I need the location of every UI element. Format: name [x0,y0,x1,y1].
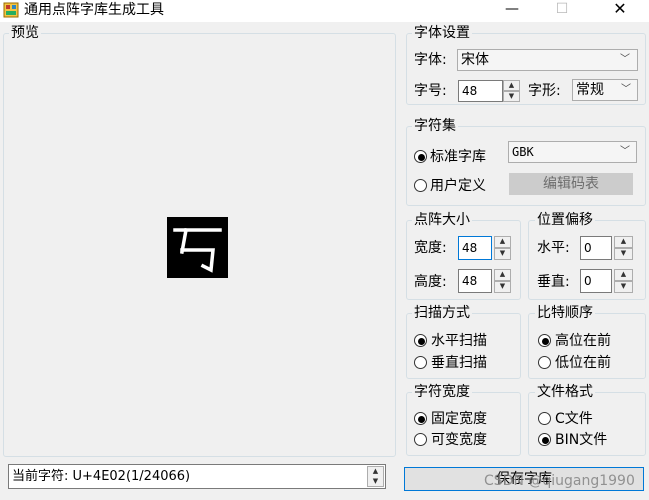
width-label: 宽度: [414,240,447,256]
spin-down-icon[interactable]: ▼ [368,477,383,486]
font-label: 字体: [414,52,447,68]
close-button[interactable]: ✕ [600,0,640,22]
fixed-width-label: 固定宽度 [431,411,487,427]
edit-code-table-button[interactable]: 编辑码表 [509,173,633,195]
h-offset-up-icon[interactable]: ▲ [614,236,633,248]
horizontal-scan-radio[interactable] [414,334,427,347]
chevron-down-icon[interactable]: ﹀ [620,142,630,162]
size-label: 字号: [414,83,447,99]
vertical-scan-radio[interactable] [414,356,427,369]
v-offset-up-icon[interactable]: ▲ [614,269,633,281]
vertical-scan-label: 垂直扫描 [431,355,487,371]
scan-mode-legend: 扫描方式 [412,305,472,321]
font-value: 宋体 [461,52,489,68]
horizontal-scan-label: 水平扫描 [431,333,487,349]
font-style-value: 常规 [576,82,604,98]
horizontal-offset-label: 水平: [537,240,570,256]
width-up-icon[interactable]: ▲ [494,236,511,248]
height-input[interactable]: 48 [458,269,492,293]
vertical-offset-input[interactable]: 0 [580,269,612,293]
variable-width-radio[interactable] [414,433,427,446]
watermark: CSDN @qiugang1990 [484,473,635,489]
offset-legend: 位置偏移 [535,212,595,228]
chevron-down-icon[interactable]: ﹀ [620,50,630,70]
bit-order-legend: 比特顺序 [535,305,595,321]
height-label: 高度: [414,274,447,290]
bin-file-label: BIN文件 [555,432,608,448]
custom-charset-label: 用户定义 [430,178,486,194]
charset-select[interactable]: GBK [508,141,637,163]
high-bit-first-label: 高位在前 [555,333,611,349]
chevron-down-icon[interactable]: ﹀ [621,80,631,100]
variable-width-label: 可变宽度 [431,432,487,448]
current-char-label: 当前字符: U+4E02(1/24066) [12,469,191,484]
charset-legend: 字符集 [412,118,458,134]
c-file-radio[interactable] [538,412,551,425]
bin-file-radio[interactable] [538,433,551,446]
app-icon [3,2,19,18]
file-format-legend: 文件格式 [535,384,595,400]
maximize-button[interactable]: ☐ [542,0,582,22]
font-select[interactable]: 宋体 [457,49,638,71]
standard-charset-label: 标准字库 [430,149,486,165]
dot-size-legend: 点阵大小 [412,212,472,228]
spin-up-icon[interactable]: ▲ [368,467,383,477]
current-char-spinner[interactable]: ▲ ▼ [367,466,384,487]
charset-value: GBK [512,145,534,159]
style-label: 字形: [528,83,561,99]
height-up-icon[interactable]: ▲ [494,269,511,281]
minimize-button[interactable]: — [492,0,532,22]
c-file-label: C文件 [555,411,593,427]
glyph-preview [167,217,228,278]
h-offset-down-icon[interactable]: ▼ [614,248,633,260]
preview-legend: 预览 [9,25,41,41]
standard-charset-radio[interactable] [414,150,427,163]
horizontal-offset-input[interactable]: 0 [580,236,612,260]
high-bit-first-radio[interactable] [538,334,551,347]
custom-charset-radio[interactable] [414,179,427,192]
char-width-legend: 字符宽度 [412,384,472,400]
font-settings-legend: 字体设置 [412,25,472,41]
font-size-input[interactable]: 48 [458,80,503,102]
vertical-offset-label: 垂直: [537,274,570,290]
height-down-icon[interactable]: ▼ [494,281,511,293]
v-offset-down-icon[interactable]: ▼ [614,281,633,293]
low-bit-first-label: 低位在前 [555,355,611,371]
size-down-icon[interactable]: ▼ [503,91,520,102]
size-up-icon[interactable]: ▲ [503,80,520,91]
width-input[interactable]: 48 [458,236,492,260]
window-title: 通用点阵字库生成工具 [24,2,164,18]
width-down-icon[interactable]: ▼ [494,248,511,260]
low-bit-first-radio[interactable] [538,356,551,369]
fixed-width-radio[interactable] [414,412,427,425]
